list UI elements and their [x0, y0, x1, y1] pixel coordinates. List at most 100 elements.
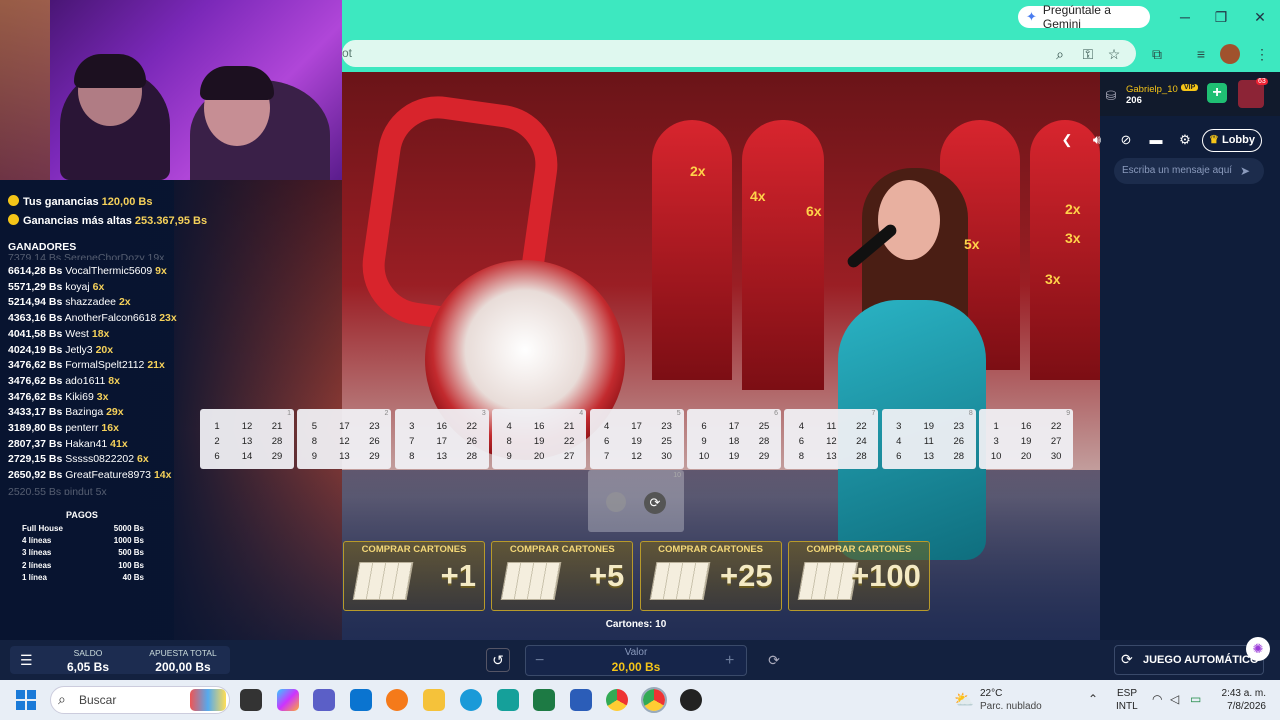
- excel-icon[interactable]: [533, 689, 555, 711]
- card-number: 6: [774, 410, 778, 417]
- winner-amount: 4041,58 Bs: [8, 327, 63, 340]
- bingo-card[interactable]: 9 1 16 22 3 19 27 10 20 30: [979, 409, 1074, 469]
- speaker-icon[interactable]: ◁: [1170, 692, 1179, 706]
- zoom-icon[interactable]: ⌕: [1050, 44, 1070, 64]
- buy-cards-button[interactable]: COMPRAR CARTONES +100: [787, 541, 930, 611]
- winner-name: West: [65, 327, 89, 340]
- minus-icon[interactable]: −: [535, 652, 544, 670]
- temperature[interactable]: 22°C: [980, 688, 1002, 699]
- stage-multiplier: 6x: [806, 203, 822, 219]
- card-cell: 27: [1050, 436, 1062, 447]
- profile-avatar[interactable]: [1220, 44, 1240, 64]
- minimize-icon[interactable]: ─: [1170, 6, 1200, 28]
- battery-icon[interactable]: ▭: [1190, 692, 1201, 706]
- buy-cards-button[interactable]: COMPRAR CARTONES +5: [491, 541, 634, 611]
- bingo-card[interactable]: 2 5 17 23 8 12 26 9 13 29: [297, 409, 392, 469]
- card-cell: 28: [271, 436, 283, 447]
- send-icon[interactable]: ➤: [1240, 164, 1250, 178]
- bingo-card[interactable]: 3 3 16 22 7 17 26 8 13 28: [394, 409, 489, 469]
- bingo-card[interactable]: 8 3 19 23 4 11 26 6 13 28: [881, 409, 976, 469]
- app-icon[interactable]: [497, 689, 519, 711]
- firefox-icon[interactable]: [386, 689, 408, 711]
- word-icon[interactable]: [570, 689, 592, 711]
- bookmark-star-icon[interactable]: ☆: [1104, 44, 1124, 64]
- chrome-active-icon[interactable]: [641, 687, 667, 713]
- weather-icon[interactable]: ⛅: [954, 690, 974, 710]
- winner-multiplier: 16x: [101, 422, 119, 434]
- back-chevron-icon[interactable]: ❮: [1056, 132, 1078, 150]
- winner-amount: 5571,29 Bs: [8, 280, 63, 293]
- winner-name: Bazinga: [65, 406, 104, 419]
- file-explorer-icon[interactable]: [423, 689, 445, 711]
- key-icon[interactable]: ⚿: [1078, 44, 1098, 64]
- address-text: ot: [342, 46, 353, 60]
- refresh-icon[interactable]: ⟳: [644, 492, 666, 514]
- edge-icon[interactable]: [460, 689, 482, 711]
- volume-icon[interactable]: 🔊︎: [1086, 132, 1108, 150]
- chevron-up-icon[interactable]: ⌃: [1088, 692, 1098, 706]
- card-cell: 17: [339, 421, 350, 432]
- card-number: 8: [968, 410, 973, 417]
- autoplay-button[interactable]: JUEGO AUTOMÁTICO: [1114, 645, 1264, 675]
- bingo-card-10[interactable]: 10 ⟳: [588, 470, 684, 532]
- chat-icon[interactable]: ▬: [1145, 132, 1167, 150]
- bingo-card[interactable]: 1 1 12 21 2 13 28 6 14 29: [200, 409, 294, 469]
- bingo-card[interactable]: 5 4 17 23 6 19 25 7 12 30: [589, 409, 684, 469]
- total-bet-value: 200,00 Bs: [155, 660, 211, 674]
- video-off-icon[interactable]: ⊘: [1115, 132, 1137, 150]
- chrome-icon[interactable]: [606, 689, 628, 711]
- streamer-two-hair: [200, 66, 274, 100]
- extensions-icon[interactable]: ⧉: [1147, 44, 1167, 64]
- trash-icon[interactable]: [606, 492, 626, 512]
- card-cell: 6: [214, 451, 220, 462]
- winner-multiplier: 20x: [95, 343, 114, 356]
- plus-icon[interactable]: +: [725, 652, 734, 670]
- menu-icon[interactable]: ☰: [20, 652, 33, 669]
- menu-kebab-icon[interactable]: ⋮: [1252, 44, 1272, 64]
- bingo-card[interactable]: 4 4 16 21 8 19 22 9 20 27: [492, 409, 587, 469]
- winner-row: 3433,17 Bs Bazinga 29x: [8, 406, 124, 418]
- saldo-value: 6,05 Bs: [66, 660, 110, 674]
- language-code[interactable]: ESP: [1117, 688, 1137, 699]
- wifi-icon[interactable]: ◠: [1152, 692, 1162, 706]
- value-label: Valor: [624, 647, 648, 658]
- lobby-button[interactable]: ♛ Lobby: [1202, 129, 1262, 152]
- copilot-icon[interactable]: [277, 689, 299, 711]
- store-icon[interactable]: [350, 689, 372, 711]
- winner-row: 3476,62 Bs Kiki69 3x: [8, 391, 108, 403]
- address-bar[interactable]: [342, 40, 1136, 67]
- user-balance[interactable]: 206: [1126, 95, 1142, 106]
- buy-cards-button[interactable]: COMPRAR CARTONES +1: [343, 541, 485, 611]
- task-view-icon[interactable]: [240, 689, 262, 711]
- close-icon[interactable]: ✕: [1245, 6, 1275, 28]
- card-cell: 22: [466, 421, 478, 432]
- weather-condition[interactable]: Parc. nublado: [980, 701, 1042, 712]
- media-icon[interactable]: ≡: [1191, 44, 1211, 64]
- language-layout[interactable]: INTL: [1116, 701, 1138, 712]
- card-cell: 5: [311, 421, 318, 432]
- undo-button[interactable]: ↺: [486, 648, 510, 672]
- gear-icon[interactable]: ⚙: [1174, 132, 1196, 150]
- payout-label: 4 líneas: [22, 536, 52, 546]
- deposit-button[interactable]: +: [1207, 83, 1227, 103]
- teams-icon[interactable]: [313, 689, 335, 711]
- winner-amount: 3476,62 Bs: [8, 359, 63, 372]
- assistant-icon[interactable]: ✺: [1246, 637, 1270, 661]
- buy-cards-button[interactable]: COMPRAR CARTONES +25: [639, 541, 782, 611]
- windows-start-icon[interactable]: [16, 690, 36, 710]
- card-cell: 14: [241, 451, 253, 462]
- repeat-icon[interactable]: ⟳: [762, 648, 786, 672]
- gemini-button[interactable]: ✦ Pregúntale a Gemini: [1018, 3, 1150, 31]
- app-dark-icon[interactable]: [680, 689, 702, 711]
- saldo-label: SALDO: [73, 648, 103, 658]
- winner-row: 2807,37 Bs Hakan41 41x: [8, 438, 128, 450]
- bingo-card[interactable]: 7 4 11 22 6 12 24 8 13 28: [784, 409, 879, 469]
- bingo-card[interactable]: 6 6 17 25 9 18 28 10 19 29: [687, 409, 781, 469]
- maximize-icon[interactable]: ❐: [1206, 6, 1236, 28]
- stage-arch: [742, 120, 824, 390]
- buy-amount: +5: [588, 558, 625, 593]
- clock-date[interactable]: 7/8/2026: [1210, 701, 1266, 712]
- search-highlight-icon[interactable]: [190, 689, 226, 711]
- card-cell: 30: [661, 451, 672, 462]
- clock-time[interactable]: 2:43 a. m.: [1210, 688, 1266, 699]
